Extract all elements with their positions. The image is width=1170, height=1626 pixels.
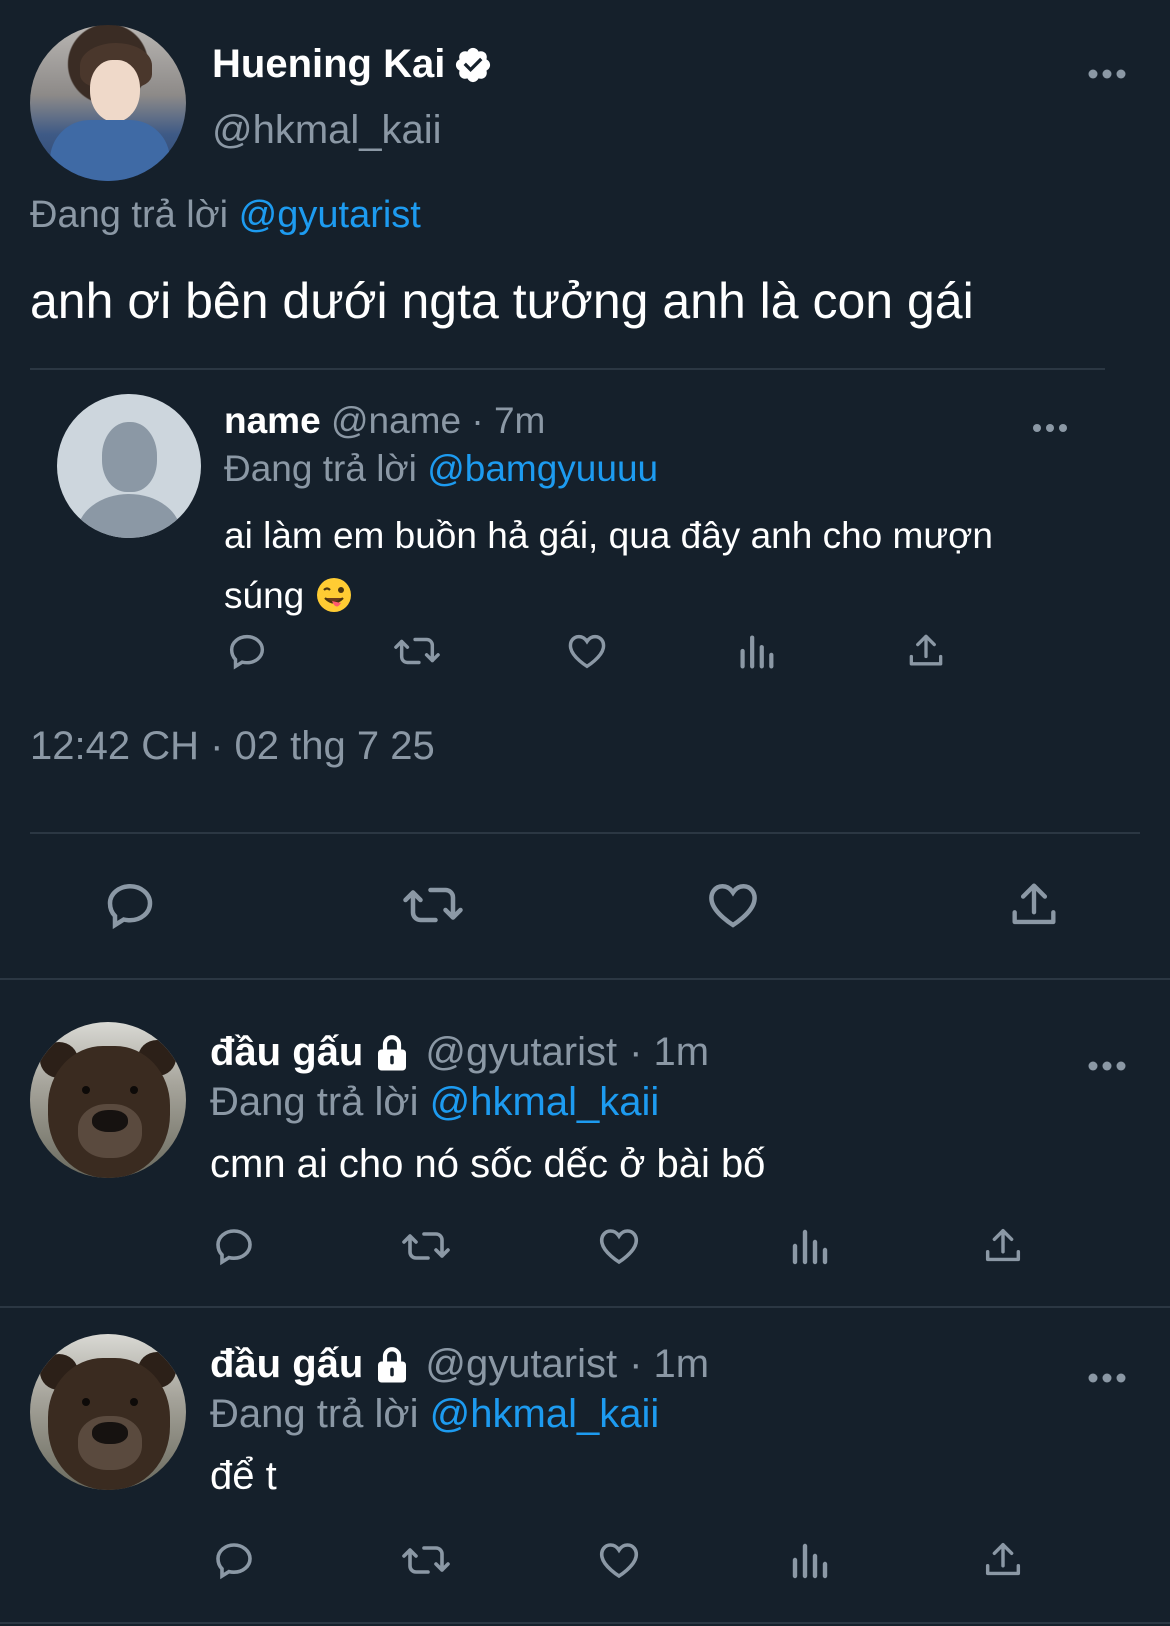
reply-time: · 1m (629, 1030, 710, 1074)
share-icon[interactable] (904, 628, 948, 674)
tweet-thread-page: Huening Kai @hkmal_kaii Đang trả lời @gy… (0, 0, 1170, 1626)
reply-actions (210, 1536, 1040, 1591)
lock-icon (371, 1032, 413, 1074)
like-icon[interactable] (595, 1222, 643, 1270)
reply-header: đầu gấu @gyutarist · 1m (210, 1342, 709, 1387)
reply-icon[interactable] (210, 1536, 258, 1584)
reply-icon[interactable] (100, 875, 160, 935)
reply-icon[interactable] (224, 628, 270, 674)
author-name-row[interactable]: Huening Kai (212, 42, 493, 87)
views-icon[interactable] (788, 1536, 830, 1584)
replying-prefix: Đang trả lời (210, 1392, 419, 1436)
views-icon[interactable] (736, 628, 776, 674)
avatar-jacket (50, 120, 170, 181)
avatar-face (90, 60, 140, 122)
share-icon[interactable] (1005, 875, 1063, 935)
replying-to-mention[interactable]: @hkmal_kaii (430, 1080, 660, 1124)
bear-eye (130, 1086, 138, 1094)
quoted-author-handle[interactable]: @name (331, 400, 461, 441)
divider (30, 832, 1140, 834)
reply-icon[interactable] (210, 1222, 258, 1270)
more-icon[interactable] (1085, 60, 1129, 88)
retweet-icon[interactable] (400, 875, 466, 935)
reply-text: cmn ai cho nó sốc dếc ở bài bố (210, 1142, 766, 1186)
like-icon[interactable] (564, 628, 610, 674)
lock-icon (371, 1344, 413, 1386)
winking-face-with-tongue-icon (315, 572, 353, 612)
reply-tweet[interactable]: đầu gấu @gyutarist · 1m Đang trả lời @hk… (0, 1304, 1170, 1624)
reply-author-handle[interactable]: @gyutarist (425, 1342, 617, 1387)
quoted-tweet[interactable]: name @name · 7m Đang trả lời @bamgyuuuu … (30, 368, 1105, 713)
more-icon[interactable] (1085, 1052, 1129, 1080)
main-tweet: Huening Kai @hkmal_kaii Đang trả lời @gy… (0, 0, 1170, 980)
bear-eye (130, 1398, 138, 1406)
replying-to-line: Đang trả lời @gyutarist (30, 194, 421, 237)
replying-prefix: Đang trả lời (30, 194, 229, 236)
more-icon[interactable] (1085, 1364, 1129, 1392)
quoted-author-name[interactable]: name (224, 400, 321, 441)
replying-to-mention[interactable]: @hkmal_kaii (430, 1392, 660, 1436)
views-icon[interactable] (788, 1222, 830, 1270)
reply-author-name[interactable]: đầu gấu (210, 1342, 363, 1387)
tweet-timestamp[interactable]: 12:42 CH · 02 thg 7 25 (30, 724, 435, 769)
more-icon[interactable] (1030, 416, 1070, 440)
author-name[interactable]: Huening Kai (212, 42, 445, 87)
default-avatar[interactable] (57, 394, 201, 538)
replying-to-mention[interactable]: @bamgyuuuu (427, 448, 658, 489)
share-icon[interactable] (980, 1222, 1026, 1270)
quoted-replying-to-line: Đang trả lời @bamgyuuuu (224, 448, 658, 490)
like-icon[interactable] (595, 1536, 643, 1584)
bear-nose (92, 1422, 128, 1444)
quoted-tweet-header: name @name · 7m (224, 400, 545, 442)
replying-prefix: Đang trả lời (224, 448, 417, 489)
quoted-tweet-text-block: ai làm em buồn hả gái, qua đây anh cho m… (224, 506, 1064, 626)
bear-nose (92, 1110, 128, 1132)
divider (0, 1622, 1170, 1624)
author-handle[interactable]: @hkmal_kaii (212, 108, 442, 153)
main-tweet-actions (0, 870, 1170, 940)
share-icon[interactable] (980, 1536, 1026, 1584)
replying-to-line: Đang trả lời @hkmal_kaii (210, 1080, 659, 1125)
reply-text: để t (210, 1454, 277, 1498)
author-avatar[interactable] (30, 25, 186, 181)
retweet-icon[interactable] (400, 1536, 452, 1584)
reply-time: · 1m (629, 1342, 710, 1386)
reply-actions (210, 1222, 1040, 1277)
bear-avatar[interactable] (30, 1334, 186, 1490)
bear-eye (82, 1398, 90, 1406)
quoted-time: · 7m (471, 400, 546, 441)
reply-tweet[interactable]: đầu gấu @gyutarist · 1m Đang trả lời @hk… (0, 992, 1170, 1308)
replying-to-line: Đang trả lời @hkmal_kaii (210, 1392, 659, 1437)
divider (0, 978, 1170, 980)
retweet-icon[interactable] (392, 628, 442, 674)
quoted-tweet-actions (224, 628, 1024, 678)
verified-icon (453, 45, 493, 85)
reply-author-handle[interactable]: @gyutarist (425, 1030, 617, 1075)
bear-avatar[interactable] (30, 1022, 186, 1178)
tweet-text: anh ơi bên dưới ngta tưởng anh là con gá… (30, 273, 974, 329)
reply-author-name[interactable]: đầu gấu (210, 1030, 363, 1075)
avatar-head-shape (102, 422, 157, 492)
replying-prefix: Đang trả lời (210, 1080, 419, 1124)
replying-to-mention[interactable]: @gyutarist (239, 194, 421, 236)
retweet-icon[interactable] (400, 1222, 452, 1270)
like-icon[interactable] (703, 875, 763, 935)
bear-eye (82, 1086, 90, 1094)
reply-header: đầu gấu @gyutarist · 1m (210, 1030, 709, 1075)
avatar-body-shape (77, 494, 181, 538)
